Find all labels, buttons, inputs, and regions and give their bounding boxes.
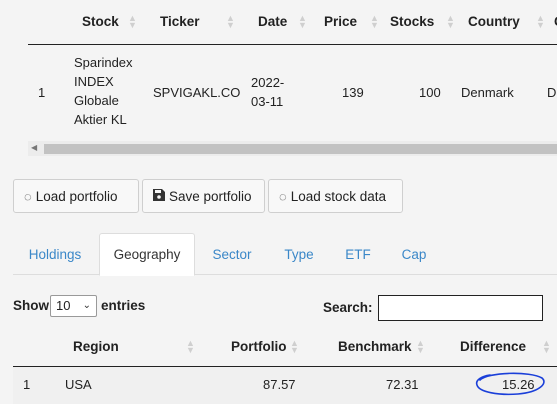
col-ticker[interactable]: Ticker bbox=[160, 14, 200, 29]
entries-label: entries bbox=[101, 298, 146, 313]
tab-cap[interactable]: Cap bbox=[387, 233, 441, 275]
geography-table-header: Region ▲ ▼ Portfolio ▲ ▼ Benchmark ▲ ▼ Diff… bbox=[13, 330, 557, 367]
stock-name: Sparindex INDEX Globale Aktier KL bbox=[74, 55, 133, 127]
tab-holdings[interactable]: Holdings bbox=[13, 233, 97, 275]
col-region[interactable]: Region bbox=[73, 339, 119, 354]
sort-icon[interactable]: ▲ ▼ bbox=[536, 14, 545, 30]
search-input[interactable] bbox=[378, 295, 543, 321]
country-value: Denmark bbox=[461, 85, 514, 100]
table-row: 1 Sparindex INDEX Globale Aktier KL SPVI… bbox=[28, 45, 557, 141]
chevron-down-icon: ⌄ bbox=[82, 300, 91, 311]
load-portfolio-label: Load portfolio bbox=[35, 188, 118, 204]
sort-icon[interactable]: ▲ ▼ bbox=[446, 14, 455, 30]
save-portfolio-label: Save portfolio bbox=[169, 188, 252, 204]
sort-icon[interactable]: ▲ ▼ bbox=[542, 339, 551, 355]
col-date[interactable]: Date bbox=[258, 14, 287, 29]
sort-icon[interactable]: ▲ ▼ bbox=[416, 339, 425, 355]
price-value: 139 bbox=[342, 85, 364, 100]
load-stock-data-button[interactable]: ◌ Load stock data bbox=[268, 179, 403, 213]
hand-drawn-circle-annotation bbox=[475, 372, 545, 396]
tab-bar: Holdings Geography Sector Type ETF Cap bbox=[13, 233, 557, 276]
row-index: 1 bbox=[38, 85, 46, 100]
save-portfolio-button[interactable]: Save portfolio bbox=[142, 179, 265, 213]
scrollbar-thumb[interactable] bbox=[44, 144, 557, 154]
ticker-value: SPVIGAKL.CO bbox=[153, 85, 241, 100]
sort-icon[interactable]: ▲ ▼ bbox=[186, 339, 195, 355]
portfolio-value: 87.57 bbox=[263, 377, 296, 392]
sort-icon[interactable]: ▲ ▼ bbox=[298, 14, 307, 30]
tab-type[interactable]: Type bbox=[269, 233, 329, 275]
col-price[interactable]: Price bbox=[324, 14, 357, 29]
tab-geography[interactable]: Geography bbox=[99, 233, 195, 276]
load-stock-data-label: Load stock data bbox=[290, 188, 387, 204]
entries-select-value: 10 bbox=[56, 298, 71, 313]
region-value: USA bbox=[65, 377, 92, 392]
benchmark-value: 72.31 bbox=[386, 377, 419, 392]
date-value: 2022- 03-11 bbox=[251, 75, 285, 109]
sort-icon[interactable]: ▲ ▼ bbox=[128, 14, 137, 30]
floppy-disk-icon bbox=[153, 188, 165, 204]
holdings-table-scroll[interactable]: Stock ▲ ▼ Ticker ▲ ▼ Date ▲ ▼ Price ▲ ▼ Stoc… bbox=[28, 0, 557, 156]
sort-icon[interactable]: ▲ ▼ bbox=[290, 339, 299, 355]
search-label: Search: bbox=[323, 300, 373, 315]
col-difference[interactable]: Difference bbox=[460, 339, 526, 354]
load-portfolio-button[interactable]: ◌ Load portfolio bbox=[13, 179, 139, 213]
tab-etf[interactable]: ETF bbox=[331, 233, 385, 275]
spinner-icon: ◌ bbox=[279, 188, 287, 204]
show-label: Show bbox=[13, 298, 49, 313]
col-country[interactable]: Country bbox=[468, 14, 520, 29]
clipped-cell: D bbox=[547, 85, 557, 100]
row-index: 1 bbox=[23, 377, 31, 392]
horizontal-scrollbar[interactable]: ◀ bbox=[28, 141, 557, 156]
scroll-left-icon[interactable]: ◀ bbox=[31, 143, 37, 152]
col-portfolio[interactable]: Portfolio bbox=[231, 339, 287, 354]
entries-select[interactable]: 10 ⌄ bbox=[50, 295, 97, 317]
spinner-icon: ◌ bbox=[24, 188, 32, 204]
col-benchmark[interactable]: Benchmark bbox=[338, 339, 412, 354]
sort-icon[interactable]: ▲ ▼ bbox=[370, 14, 379, 30]
sort-icon[interactable]: ▲ ▼ bbox=[226, 14, 235, 30]
holdings-table-header: Stock ▲ ▼ Ticker ▲ ▼ Date ▲ ▼ Price ▲ ▼ Stoc… bbox=[28, 0, 557, 45]
stocks-value: 100 bbox=[419, 85, 441, 100]
col-stock[interactable]: Stock bbox=[82, 14, 119, 29]
col-stocks[interactable]: Stocks bbox=[390, 14, 434, 29]
tab-sector[interactable]: Sector bbox=[197, 233, 267, 275]
